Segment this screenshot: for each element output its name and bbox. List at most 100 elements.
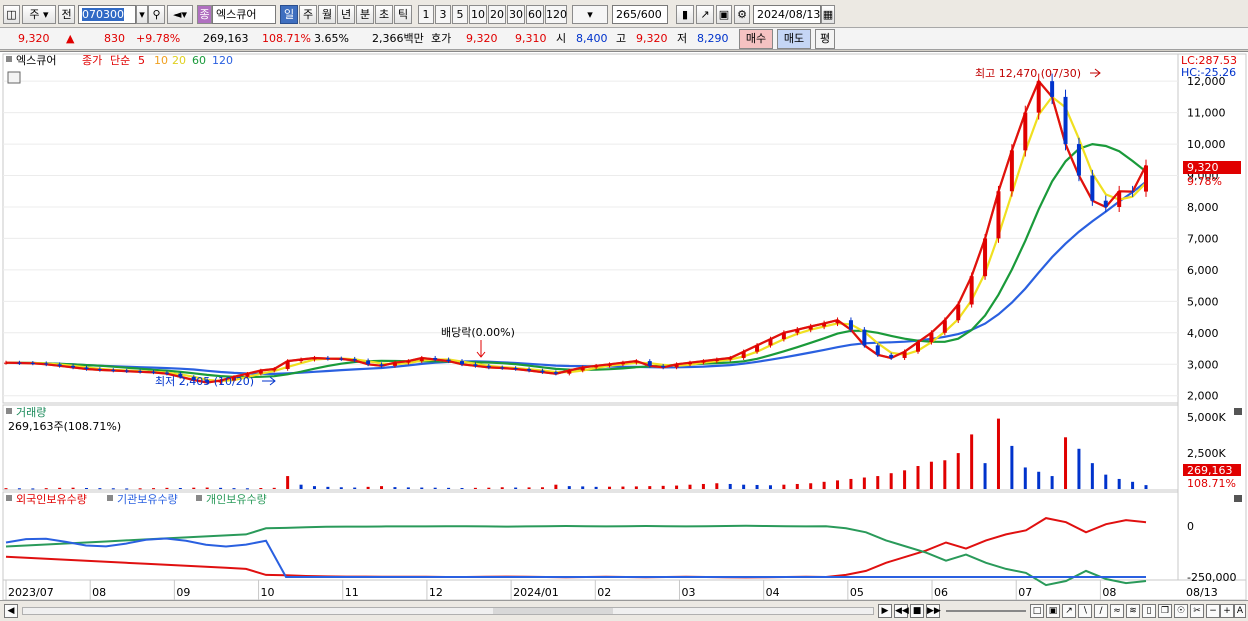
period-button-3[interactable]: 년 (337, 5, 355, 24)
scroll-toolbar: ◀ ▶ ◀◀ ■ ▶▶ □ ▣ ↗ ∖ ∕ ≈ ≋ ▯ ❐ ☉ ✂ − + A (0, 600, 1248, 621)
volume-bar (1104, 474, 1108, 489)
candle-body (1144, 165, 1148, 192)
sell-button[interactable]: 매도 (777, 29, 811, 49)
line-tool-icon[interactable]: ∖ (1078, 604, 1092, 618)
volume-bar (567, 486, 571, 489)
volume-bar (1090, 463, 1094, 489)
candle-body (875, 345, 880, 355)
legend-ma10: 10 (154, 54, 168, 67)
candle-body (460, 361, 464, 365)
prev-button[interactable]: 전 (58, 5, 75, 24)
x-tick-label: 12 (429, 586, 443, 599)
period-button-1[interactable]: 주 (299, 5, 317, 24)
high-price: 9,320 (636, 32, 668, 45)
holdings-ytick: -250,000 (1187, 571, 1236, 584)
scrollbar-track[interactable] (22, 607, 874, 615)
interval-button-5[interactable]: 5 (452, 5, 468, 24)
rewind-icon[interactable]: ◀◀ (894, 604, 909, 618)
volume-bar (380, 486, 384, 489)
stop-icon[interactable]: ■ (910, 604, 924, 618)
forward-icon[interactable]: ▶▶ (926, 604, 941, 618)
volume-bar (339, 487, 343, 489)
volume-bar (876, 476, 880, 489)
volume-bar (58, 487, 62, 489)
settings-icon[interactable]: ⚙ (734, 5, 750, 24)
buy-button[interactable]: 매수 (739, 29, 773, 49)
chart-area: 12,000 11,000 10,000 9,000 8,000 7,000 6,000 5,… (0, 51, 1248, 601)
stock-name-field[interactable]: 엑스큐어 (212, 5, 276, 24)
font-size-icon[interactable]: A (1234, 604, 1246, 618)
candle-body (151, 371, 156, 373)
interval-button-3[interactable]: 3 (435, 5, 451, 24)
candle-body (969, 276, 974, 305)
period-button-2[interactable]: 월 (318, 5, 336, 24)
interval-button-120[interactable]: 120 (545, 5, 567, 24)
date-field[interactable]: 2024/08/13 (753, 5, 821, 24)
candle-body (781, 332, 786, 340)
candle-body (620, 362, 625, 365)
search-icon[interactable]: ⚲ (148, 5, 165, 24)
volume-bar (84, 487, 88, 489)
x-tick-label: 02 (597, 586, 611, 599)
pattern-tool-icon[interactable]: ≋ (1126, 604, 1140, 618)
candle-body (4, 362, 8, 364)
volume-bar (1010, 445, 1014, 489)
interval-button-60[interactable]: 60 (526, 5, 544, 24)
candle-body (84, 367, 89, 369)
wave-tool-icon[interactable]: ≈ (1110, 604, 1124, 618)
speed-slider[interactable] (946, 610, 1026, 612)
holdings-close-icon[interactable] (1234, 495, 1242, 502)
candle-body (701, 361, 706, 363)
calendar-icon[interactable]: ▦ (821, 5, 835, 24)
copy-icon[interactable]: ❐ (1158, 604, 1172, 618)
interval-button-10[interactable]: 10 (469, 5, 487, 24)
period-button-4[interactable]: 분 (356, 5, 374, 24)
indicator-icon[interactable]: ↗ (696, 5, 714, 24)
period-type-select[interactable]: 주 ▾ (22, 5, 56, 24)
zoom-out-icon[interactable]: − (1206, 604, 1220, 618)
volume-bar (272, 487, 276, 489)
x-tick-label: 03 (681, 586, 695, 599)
interval-button-20[interactable]: 20 (488, 5, 506, 24)
cursor-icon[interactable]: ↗ (1062, 604, 1076, 618)
volume-close-icon[interactable] (1234, 408, 1242, 415)
candle-body (983, 238, 988, 277)
volume-title: 거래량 (16, 406, 46, 419)
period-button-6[interactable]: 틱 (394, 5, 412, 24)
ask-price: 9,320 (466, 32, 498, 45)
volume-bar (487, 487, 491, 489)
trend-tool-icon[interactable]: ∕ (1094, 604, 1108, 618)
speaker-icon[interactable]: ◄▾ (167, 5, 193, 24)
x-tick-label: 08 (1102, 586, 1116, 599)
candle-body (406, 361, 411, 363)
code-dropdown-icon[interactable]: ▾ (136, 5, 148, 24)
chart-grid-icon[interactable] (7, 71, 21, 84)
x-tick-label: 05 (850, 586, 864, 599)
price-ytick: 5,000 (1187, 295, 1219, 308)
period-type-label: 주 (29, 8, 40, 21)
candle-body (513, 368, 518, 370)
candle-type-icon[interactable]: ▮ (676, 5, 694, 24)
interval-button-1[interactable]: 1 (418, 5, 434, 24)
play-icon[interactable]: ▶ (878, 604, 892, 618)
zoom-box-icon[interactable]: □ (1030, 604, 1044, 618)
pin-icon[interactable]: ☉ (1174, 604, 1188, 618)
volume-bar (889, 473, 893, 489)
shape-tool-icon[interactable]: ▯ (1142, 604, 1156, 618)
stock-code-input[interactable]: 070300 (78, 5, 136, 24)
layout-icon[interactable]: ▣ (1046, 604, 1060, 618)
period-button-0[interactable]: 일 (280, 5, 298, 24)
scroll-left-icon[interactable]: ◀ (4, 604, 18, 618)
eval-button[interactable]: 평 (815, 29, 835, 49)
zoom-in-icon[interactable]: + (1220, 604, 1234, 618)
interval-button-30[interactable]: 30 (507, 5, 525, 24)
period-button-5[interactable]: 초 (375, 5, 393, 24)
data-count-field[interactable]: 265/600 (612, 5, 668, 24)
save-icon[interactable]: ▣ (716, 5, 732, 24)
window-menu-icon[interactable]: ◫ (3, 5, 20, 24)
candle-body (942, 320, 947, 333)
scrollbar-thumb[interactable] (493, 608, 613, 614)
volume-bar (286, 476, 290, 489)
cut-icon[interactable]: ✂ (1190, 604, 1204, 618)
interval-dropdown[interactable]: ▾ (572, 5, 608, 24)
